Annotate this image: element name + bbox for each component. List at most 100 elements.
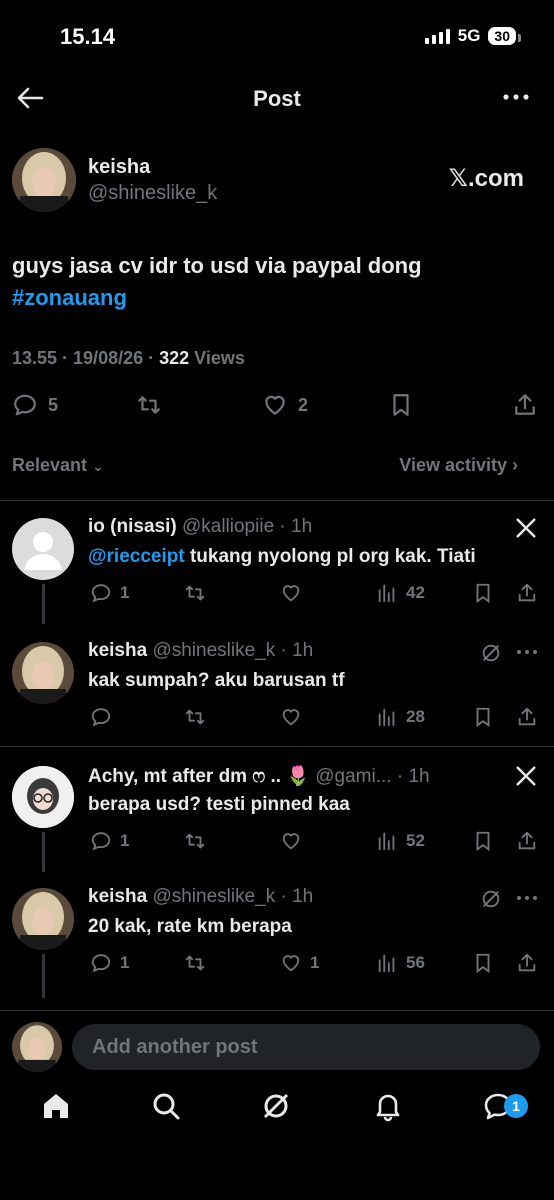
views-button[interactable]: 56 [376, 952, 425, 974]
share-icon[interactable] [516, 582, 538, 604]
reply-count: 1 [120, 953, 130, 972]
views-label: Views [189, 348, 245, 368]
my-avatar[interactable] [12, 1022, 62, 1072]
reply-avatar[interactable] [12, 766, 74, 828]
reply-button[interactable]: 1 [90, 952, 129, 974]
reply-button[interactable] [90, 706, 112, 728]
repost-icon [185, 709, 205, 725]
bookmark-icon[interactable] [472, 706, 494, 728]
share-button[interactable] [512, 392, 538, 418]
hashtag-link[interactable]: #zonauang [12, 285, 127, 310]
share-icon[interactable] [516, 952, 538, 974]
more-options-icon[interactable] [516, 894, 538, 902]
author-handle[interactable]: @shineslike_k [88, 182, 217, 205]
more-options-icon[interactable] [502, 92, 530, 102]
grok-icon[interactable] [480, 888, 502, 910]
reply-handle[interactable]: @shineslike_k · 1h [152, 640, 313, 661]
share-icon[interactable] [516, 706, 538, 728]
heart-icon [282, 709, 300, 726]
share-icon[interactable] [516, 830, 538, 852]
reply-icon [91, 832, 111, 851]
like-button[interactable] [280, 706, 302, 728]
views-count: 322 [159, 348, 190, 368]
views-button[interactable]: 52 [376, 830, 425, 852]
reply-handle[interactable]: @shineslike_k · 1h [152, 886, 313, 907]
reply-icon [91, 708, 111, 727]
views-button[interactable]: 42 [376, 582, 425, 604]
more-options-icon[interactable] [516, 648, 538, 656]
heart-icon [282, 955, 300, 972]
x-com-logo: 𝕏.com [448, 165, 524, 192]
repost-button[interactable] [184, 952, 206, 974]
views-button[interactable]: 28 [376, 706, 425, 728]
reply-name[interactable]: Achy, mt after dm ෆ .. 🌷 [88, 766, 310, 787]
like-count: 2 [298, 394, 309, 415]
bookmark-icon[interactable] [472, 952, 494, 974]
home-icon[interactable] [40, 1090, 72, 1122]
reply-body: tukang nyolong pl org kak. Tiati [184, 546, 476, 567]
reply-name[interactable]: keisha [88, 886, 147, 907]
bookmark-icon[interactable] [472, 830, 494, 852]
reply-name[interactable]: keisha [88, 640, 147, 661]
reply-avatar[interactable] [12, 888, 74, 950]
bottom-nav [0, 1090, 554, 1150]
status-indicators: 5G 30 [424, 26, 521, 46]
sort-replies-dropdown[interactable]: Relevant ⌄ [12, 455, 104, 476]
views-count: 42 [406, 583, 425, 602]
reply-icon [14, 394, 36, 416]
reply-count: 1 [120, 583, 130, 602]
mention-link[interactable]: @riecceipt [88, 546, 185, 567]
reply-icon [91, 954, 111, 973]
like-button[interactable] [280, 582, 302, 604]
sort-label: Relevant [12, 455, 88, 475]
post-meta: 13.55 · 19/08/26 · 322 Views [12, 348, 245, 369]
reply-text: 20 kak, rate km berapa [88, 916, 292, 937]
chevron-down-icon: ⌄ [92, 458, 104, 474]
reply-name[interactable]: io (nisasi) [88, 516, 177, 537]
reply-button[interactable]: 1 [90, 582, 129, 604]
like-button[interactable]: 2 [262, 392, 308, 418]
repost-button[interactable] [184, 582, 206, 604]
views-count: 52 [406, 831, 425, 850]
author-name[interactable]: keisha [88, 156, 150, 179]
reply-avatar[interactable] [12, 642, 74, 704]
reply-author: keisha @shineslike_k · 1h [88, 640, 313, 662]
post-text: guys jasa cv idr to usd via paypal dong … [12, 250, 542, 314]
post-body: guys jasa cv idr to usd via paypal dong [12, 253, 422, 278]
analytics-icon [378, 584, 395, 603]
reply-button[interactable]: 5 [12, 392, 58, 418]
grok-icon[interactable] [480, 642, 502, 664]
bookmark-icon[interactable] [472, 582, 494, 604]
like-button[interactable] [280, 830, 302, 852]
post-actions: 5 2 [0, 392, 554, 422]
author-avatar[interactable] [12, 148, 76, 212]
repost-button[interactable] [184, 706, 206, 728]
divider [0, 500, 554, 501]
views-count: 56 [406, 953, 425, 972]
reply-count: 1 [120, 831, 130, 850]
reply-text: berapa usd? testi pinned kaa [88, 794, 350, 815]
divider [0, 1010, 554, 1011]
reply-handle[interactable]: @gami... · 1h [315, 766, 429, 787]
heart-icon [282, 833, 300, 850]
compose-placeholder: Add another post [92, 1036, 258, 1058]
battery-icon: 30 [488, 27, 521, 45]
reply-avatar[interactable] [12, 518, 74, 580]
analytics-icon [378, 708, 395, 727]
grok-icon[interactable] [260, 1090, 292, 1122]
x-logo-icon [516, 766, 536, 786]
like-count: 1 [310, 953, 320, 972]
thread-line [42, 832, 45, 872]
notifications-icon[interactable] [372, 1090, 404, 1122]
view-activity-link[interactable]: View activity › [399, 455, 518, 476]
messages-badge: 1 [504, 1094, 528, 1118]
divider [0, 746, 554, 747]
bookmark-button[interactable] [388, 392, 414, 418]
reply-button[interactable]: 1 [90, 830, 129, 852]
search-icon[interactable] [150, 1090, 182, 1122]
repost-button[interactable] [184, 830, 206, 852]
reply-handle[interactable]: @kalliopiie · 1h [182, 516, 312, 537]
repost-button[interactable] [136, 392, 162, 418]
like-button[interactable]: 1 [280, 952, 319, 974]
repost-icon [138, 396, 160, 414]
